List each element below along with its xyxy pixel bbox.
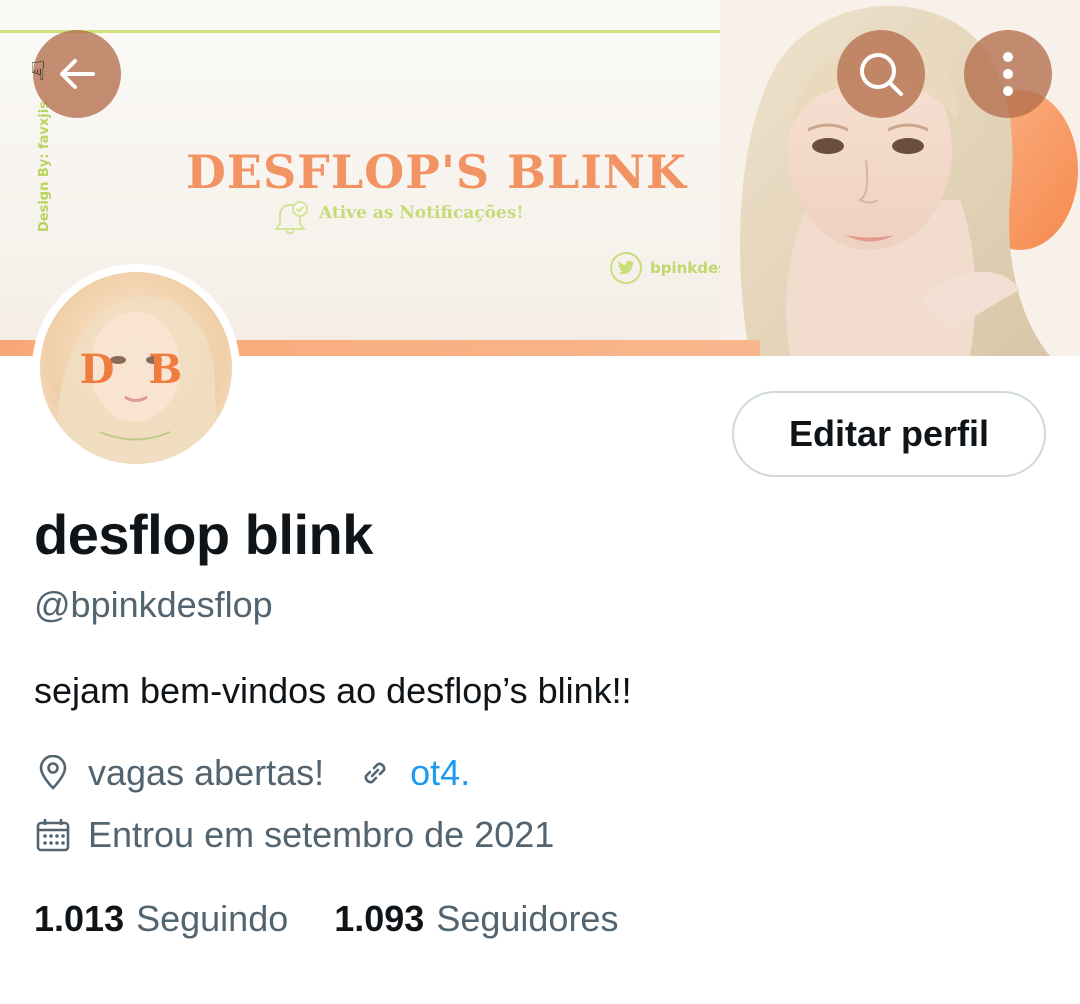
edit-profile-button[interactable]: Editar perfil <box>732 391 1046 477</box>
arrow-left-icon <box>60 59 95 89</box>
follow-stats: 1.013 Seguindo 1.093 Seguidores <box>34 898 618 940</box>
more-vertical-icon <box>1003 52 1013 96</box>
search-icon <box>860 53 903 96</box>
search-button[interactable] <box>837 30 925 118</box>
followers-count: 1.093 <box>334 898 425 939</box>
avatar-initials: D B <box>79 346 193 393</box>
display-name: desflop blink <box>34 503 373 566</box>
user-handle: @bpinkdesflop <box>34 584 273 625</box>
following-label: Seguindo <box>136 898 289 939</box>
following-link[interactable]: 1.013 Seguindo <box>34 898 288 940</box>
twitter-bird-icon <box>610 252 642 284</box>
bell-icon <box>273 201 308 235</box>
profile-bio: sejam bem-vindos ao desflop’s blink!! <box>34 670 632 711</box>
followers-label: Seguidores <box>436 898 619 939</box>
back-button[interactable] <box>33 30 121 118</box>
more-options-button[interactable] <box>964 30 1052 118</box>
profile-link[interactable]: ot4. <box>410 752 470 794</box>
following-count: 1.013 <box>34 898 125 939</box>
joined-date-text: Entrou em setembro de 2021 <box>88 814 555 855</box>
profile-joined-row: Entrou em setembro de 2021 <box>34 814 554 856</box>
location-text: vagas abertas! <box>88 752 325 793</box>
location-pin-icon <box>34 754 72 792</box>
link-icon <box>356 754 394 792</box>
banner-subtitle: Ative as Notificações! <box>319 203 524 223</box>
profile-avatar[interactable]: D B <box>32 264 240 472</box>
banner-credit: Design By: favxjis <box>37 101 52 232</box>
avatar-image: D B <box>40 272 232 464</box>
banner-top-line <box>0 30 760 33</box>
banner-title: DESFLOP'S BLINK <box>186 145 687 199</box>
pointing-hand-icon: ☟ <box>30 56 46 86</box>
calendar-icon <box>34 816 72 854</box>
followers-link[interactable]: 1.093 Seguidores <box>334 898 618 940</box>
profile-meta-row: vagas abertas! ot4. <box>34 752 470 794</box>
